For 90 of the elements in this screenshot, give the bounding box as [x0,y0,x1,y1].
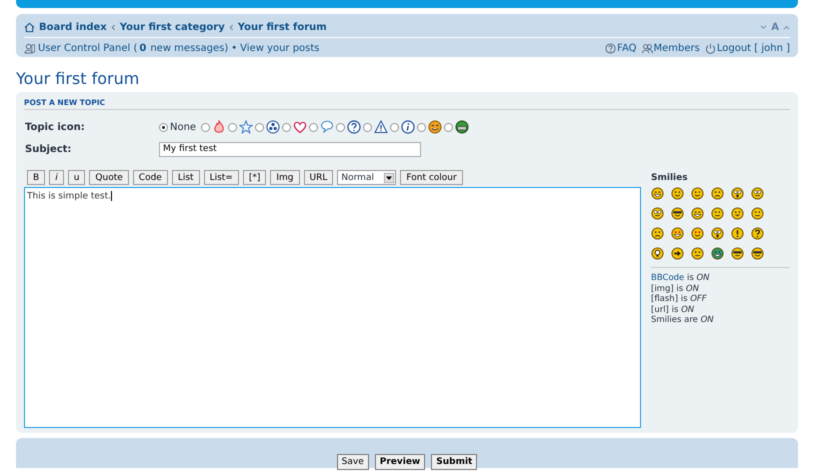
smiley-icon[interactable] [671,247,684,260]
radio-button[interactable] [417,122,426,132]
smiley-icon[interactable] [731,207,744,220]
subject-field[interactable]: My first test [159,142,421,156]
chevron-icon [110,24,116,31]
smiley-icon[interactable] [751,207,764,220]
format-button[interactable]: Quote [89,170,129,185]
radio-button[interactable] [282,122,292,132]
smiley-icon[interactable] [711,227,724,240]
format-button[interactable]: Font colour [400,170,463,185]
star-icon [239,120,254,134]
faq-link[interactable]: FAQ [605,43,636,54]
user-icon [24,43,35,54]
flame-icon [212,120,226,134]
action-button[interactable]: Submit [431,454,478,470]
radio-button[interactable] [390,122,400,132]
option-status: Smilies are ON [651,315,715,326]
radio-button[interactable] [159,122,168,132]
action-button[interactable]: Save [336,454,369,470]
font-size-select[interactable]: Normal [337,170,396,185]
action-button[interactable]: Preview [374,454,426,470]
question-icon [605,43,616,54]
smiley-icon[interactable] [691,227,704,240]
radio-button[interactable] [336,122,346,132]
winking-face-icon [428,120,442,134]
field-label: Topic icon: [24,122,86,132]
smiley-icon[interactable] [731,247,744,260]
smiley-icon[interactable] [651,207,664,220]
smilies-heading: Smilies [651,173,689,183]
smiley-icon[interactable] [651,187,664,200]
message-field[interactable]: This is simple test. [24,187,641,428]
smiley-icon[interactable] [671,227,684,240]
format-button[interactable]: List= [204,170,239,185]
smiley-icon[interactable] [691,187,704,200]
radio-button[interactable] [444,122,454,132]
smiley-icon[interactable] [651,227,664,240]
radio-button[interactable] [201,122,210,132]
users-icon [642,43,652,54]
smiley-icon[interactable] [671,207,684,220]
option-label: None [170,122,196,132]
format-button[interactable]: i [49,170,64,185]
smiley-icon[interactable] [731,227,744,240]
format-button[interactable]: u [68,170,86,185]
home-icon [24,22,35,33]
format-button[interactable]: Code [132,170,168,185]
option-status: [flash] is OFF [651,294,708,304]
question-icon [347,120,362,134]
radiation-icon [266,120,280,134]
bbcode-link[interactable]: BBCode [651,273,684,283]
radio-button[interactable] [309,122,318,132]
user-control-panel-link[interactable]: User Control Panel ( 0 new messages) [38,43,228,54]
smiley-icon[interactable] [751,187,764,200]
smiley-icon[interactable] [731,187,744,200]
option-status: [img] is ON [651,284,700,294]
view-posts-link[interactable]: View your posts [240,43,320,54]
smiley-icon[interactable] [711,207,724,220]
warning-icon [374,120,388,134]
smiley-icon[interactable] [711,187,724,200]
dropdown-arrow-icon [384,172,394,182]
grinning-face-icon [455,120,470,134]
bbcode-status: BBCode is ON [651,273,711,284]
breadcrumb-link[interactable]: Your first category [120,22,225,33]
option-status: [url] is ON [651,304,696,315]
info-icon [401,120,416,134]
format-button[interactable]: B [27,170,46,185]
smiley-icon[interactable] [751,247,764,260]
format-button[interactable]: [*] [242,170,266,185]
format-button[interactable]: URL [304,170,334,185]
breadcrumb-link[interactable]: Board index [39,22,107,33]
radio-button[interactable] [255,122,264,132]
power-icon [704,43,716,54]
logout-link[interactable]: Logout [ john ] [704,43,790,54]
smiley-icon[interactable] [691,207,704,220]
members-link[interactable]: Members [642,43,700,54]
smiley-icon[interactable] [691,247,704,260]
chevron-icon [228,24,234,31]
format-button[interactable]: List [172,170,200,185]
smiley-icon[interactable] [651,247,664,260]
bullet: • [231,43,238,54]
radio-button[interactable] [363,122,372,132]
radio-button[interactable] [228,122,238,132]
breadcrumb-link[interactable]: Your first forum [238,22,327,33]
smiley-icon[interactable] [671,187,684,200]
speech-bubble-icon [320,120,334,134]
format-button[interactable]: Img [270,170,300,185]
field-label: Subject: [24,144,72,154]
heart-icon [293,120,308,134]
smiley-icon[interactable] [711,247,724,260]
page-title: Your first forum [16,69,140,88]
smiley-icon[interactable] [751,227,764,240]
